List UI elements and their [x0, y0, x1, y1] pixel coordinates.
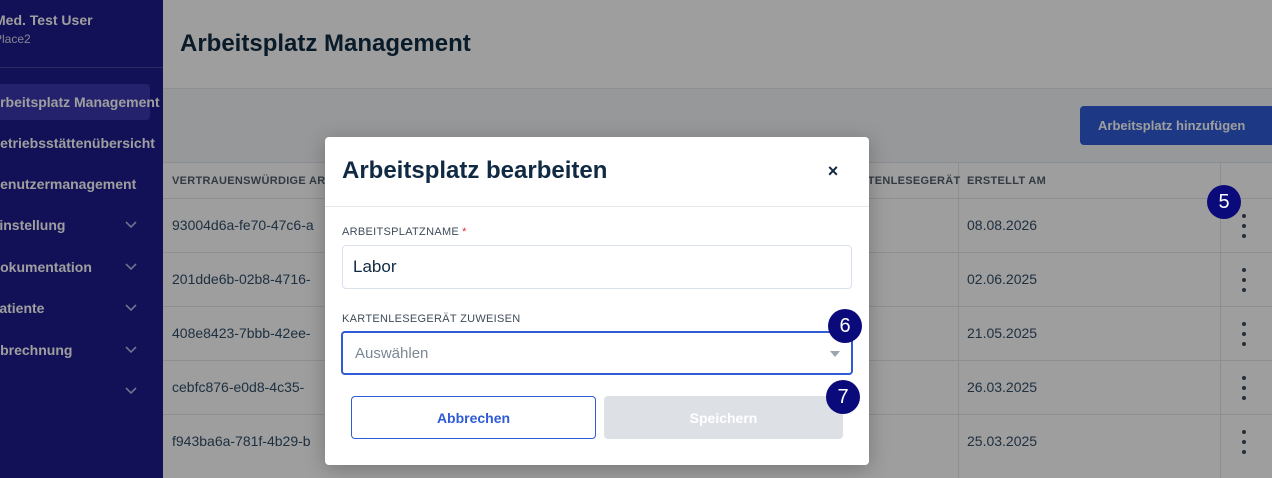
- cancel-button[interactable]: Abbrechen: [351, 396, 596, 439]
- workplace-name-label-text: ARBEITSPLATZNAME: [342, 226, 460, 238]
- edit-workplace-dialog: Arbeitsplatz bearbeiten × ARBEITSPLATZNA…: [325, 137, 869, 465]
- required-mark: *: [462, 226, 467, 238]
- card-reader-placeholder: Auswählen: [355, 345, 429, 362]
- step-badge: 5: [1207, 185, 1241, 219]
- workplace-name-label: ARBEITSPLATZNAME *: [342, 226, 467, 238]
- dialog-title: Arbeitsplatz bearbeiten: [342, 157, 608, 184]
- dialog-divider: [325, 206, 869, 207]
- close-icon[interactable]: ×: [823, 161, 843, 181]
- card-reader-select[interactable]: Auswählen: [341, 331, 853, 375]
- card-reader-label: KARTENLESEGERÄT ZUWEISEN: [342, 313, 521, 325]
- step-badge: 7: [826, 380, 860, 414]
- caret-down-icon: [830, 351, 840, 357]
- save-button[interactable]: Speichern: [604, 396, 843, 439]
- workplace-name-input[interactable]: [342, 245, 852, 289]
- step-badge: 6: [828, 309, 862, 343]
